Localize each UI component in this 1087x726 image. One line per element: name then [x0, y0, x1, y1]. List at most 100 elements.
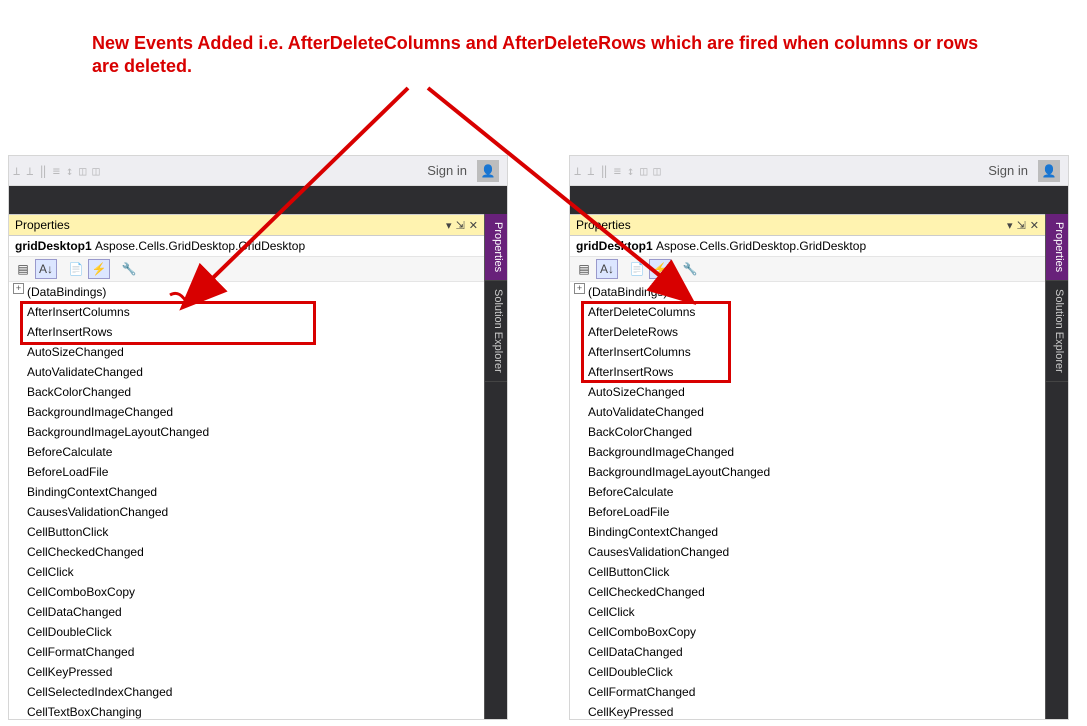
event-row[interactable]: BeforeLoadFile [9, 462, 484, 482]
event-row[interactable]: BeforeCalculate [9, 442, 484, 462]
pin-icon[interactable]: ⇲ [1017, 219, 1026, 232]
dropdown-icon[interactable]: ▾ [1007, 219, 1013, 232]
categorized-icon[interactable]: ▤ [12, 259, 34, 279]
dropdown-icon[interactable]: ▾ [446, 219, 452, 232]
databindings-group[interactable]: + (DataBindings) [9, 282, 484, 302]
event-row[interactable]: BackgroundImageLayoutChanged [9, 422, 484, 442]
event-row[interactable]: CellCheckedChanged [9, 542, 484, 562]
event-row[interactable]: CellDoubleClick [9, 622, 484, 642]
event-row[interactable]: BeforeLoadFile [570, 502, 1045, 522]
event-row[interactable]: BindingContextChanged [9, 482, 484, 502]
tab-solution-explorer[interactable]: Solution Explorer [1046, 281, 1068, 382]
event-row[interactable]: CellButtonClick [570, 562, 1045, 582]
event-row[interactable]: AfterInsertColumns [9, 302, 484, 322]
event-row[interactable]: CausesValidationChanged [9, 502, 484, 522]
properties-icon[interactable]: 📄 [626, 259, 648, 279]
toolbar-layout-icons: ⊥ ⟂ ‖ ≡ ↕ ◫ ◫ [13, 164, 100, 178]
layout-icon[interactable]: ‖ [39, 164, 46, 178]
properties-icon[interactable]: 📄 [65, 259, 87, 279]
events-list-right[interactable]: + (DataBindings) AfterDeleteColumns Afte… [570, 282, 1045, 719]
event-row[interactable]: CellDoubleClick [570, 662, 1045, 682]
event-row[interactable]: AfterInsertRows [9, 322, 484, 342]
events-list-left[interactable]: + (DataBindings) AfterInsertColumns Afte… [9, 282, 484, 719]
event-row[interactable]: CellComboBoxCopy [570, 622, 1045, 642]
dark-splitter [570, 186, 1068, 214]
expand-icon[interactable]: + [13, 283, 24, 294]
selected-object[interactable]: gridDesktop1 Aspose.Cells.GridDesktop.Gr… [9, 236, 484, 257]
layout-icon[interactable]: ≡ [53, 164, 60, 178]
avatar-icon[interactable]: 👤 [1038, 160, 1060, 182]
selected-object[interactable]: gridDesktop1 Aspose.Cells.GridDesktop.Gr… [570, 236, 1045, 257]
pin-icon[interactable]: ⇲ [456, 219, 465, 232]
alphabetical-icon[interactable]: A↓ [596, 259, 618, 279]
close-icon[interactable]: ✕ [469, 219, 478, 232]
layout-icon[interactable]: ◫ [79, 164, 86, 178]
layout-icon[interactable]: ⊥ [574, 164, 581, 178]
event-row[interactable]: AfterDeleteRows [570, 322, 1045, 342]
props-toolbar: ▤ A↓ 📄 ⚡ 🔧 [9, 257, 484, 282]
properties-title: Properties [15, 218, 70, 232]
event-row[interactable]: CellKeyPressed [570, 702, 1045, 719]
topbar: ⊥ ⟂ ‖ ≡ ↕ ◫ ◫ Sign in 👤 [570, 156, 1068, 186]
event-row[interactable]: CellComboBoxCopy [9, 582, 484, 602]
categorized-icon[interactable]: ▤ [573, 259, 595, 279]
event-row[interactable]: CellDataChanged [9, 602, 484, 622]
tab-properties[interactable]: Properties [485, 214, 507, 281]
event-row[interactable]: BeforeCalculate [570, 482, 1045, 502]
expand-icon[interactable]: + [574, 283, 585, 294]
properties-header[interactable]: Properties ▾ ⇲ ✕ [9, 214, 484, 236]
event-row[interactable]: BackgroundImageLayoutChanged [570, 462, 1045, 482]
event-row[interactable]: BackColorChanged [570, 422, 1045, 442]
event-row[interactable]: AutoValidateChanged [570, 402, 1045, 422]
avatar-icon[interactable]: 👤 [477, 160, 499, 182]
event-row[interactable]: BackgroundImageChanged [9, 402, 484, 422]
layout-icon[interactable]: ◫ [640, 164, 647, 178]
event-row[interactable]: CellDataChanged [570, 642, 1045, 662]
sign-in-link[interactable]: Sign in [427, 163, 467, 178]
close-icon[interactable]: ✕ [1030, 219, 1039, 232]
layout-icon[interactable]: ↕ [66, 164, 73, 178]
event-row[interactable]: CellFormatChanged [570, 682, 1045, 702]
event-row[interactable]: BackColorChanged [9, 382, 484, 402]
layout-icon[interactable]: ⟂ [587, 164, 594, 178]
event-row[interactable]: AfterInsertColumns [570, 342, 1045, 362]
properties-header[interactable]: Properties ▾ ⇲ ✕ [570, 214, 1045, 236]
events-icon[interactable]: ⚡ [88, 259, 110, 279]
toolbar-layout-icons: ⊥ ⟂ ‖ ≡ ↕ ◫ ◫ [574, 164, 661, 178]
event-row[interactable]: CellKeyPressed [9, 662, 484, 682]
side-tab-strip: Properties Solution Explorer [485, 214, 507, 719]
annotation-text: New Events Added i.e. AfterDeleteColumns… [92, 32, 992, 79]
alphabetical-icon[interactable]: A↓ [35, 259, 57, 279]
layout-icon[interactable]: ≡ [614, 164, 621, 178]
event-row[interactable]: CellClick [570, 602, 1045, 622]
layout-icon[interactable]: ⟂ [26, 164, 33, 178]
layout-icon[interactable]: ◫ [653, 164, 660, 178]
property-pages-icon[interactable]: 🔧 [118, 259, 140, 279]
databindings-group[interactable]: + (DataBindings) [570, 282, 1045, 302]
event-row[interactable]: AfterDeleteColumns [570, 302, 1045, 322]
event-row[interactable]: CellSelectedIndexChanged [9, 682, 484, 702]
event-row[interactable]: CellTextBoxChanging [9, 702, 484, 719]
event-row[interactable]: CellClick [9, 562, 484, 582]
tab-properties[interactable]: Properties [1046, 214, 1068, 281]
layout-icon[interactable]: ‖ [600, 164, 607, 178]
event-row[interactable]: AutoSizeChanged [9, 342, 484, 362]
event-row[interactable]: AutoSizeChanged [570, 382, 1045, 402]
event-row[interactable]: BindingContextChanged [570, 522, 1045, 542]
side-tab-strip: Properties Solution Explorer [1046, 214, 1068, 719]
tab-solution-explorer[interactable]: Solution Explorer [485, 281, 507, 382]
event-row[interactable]: AutoValidateChanged [9, 362, 484, 382]
props-toolbar: ▤ A↓ 📄 ⚡ 🔧 [570, 257, 1045, 282]
event-row[interactable]: AfterInsertRows [570, 362, 1045, 382]
layout-icon[interactable]: ↕ [627, 164, 634, 178]
event-row[interactable]: CellButtonClick [9, 522, 484, 542]
events-icon[interactable]: ⚡ [649, 259, 671, 279]
layout-icon[interactable]: ⊥ [13, 164, 20, 178]
event-row[interactable]: CellCheckedChanged [570, 582, 1045, 602]
property-pages-icon[interactable]: 🔧 [679, 259, 701, 279]
event-row[interactable]: CellFormatChanged [9, 642, 484, 662]
event-row[interactable]: BackgroundImageChanged [570, 442, 1045, 462]
sign-in-link[interactable]: Sign in [988, 163, 1028, 178]
event-row[interactable]: CausesValidationChanged [570, 542, 1045, 562]
layout-icon[interactable]: ◫ [92, 164, 99, 178]
